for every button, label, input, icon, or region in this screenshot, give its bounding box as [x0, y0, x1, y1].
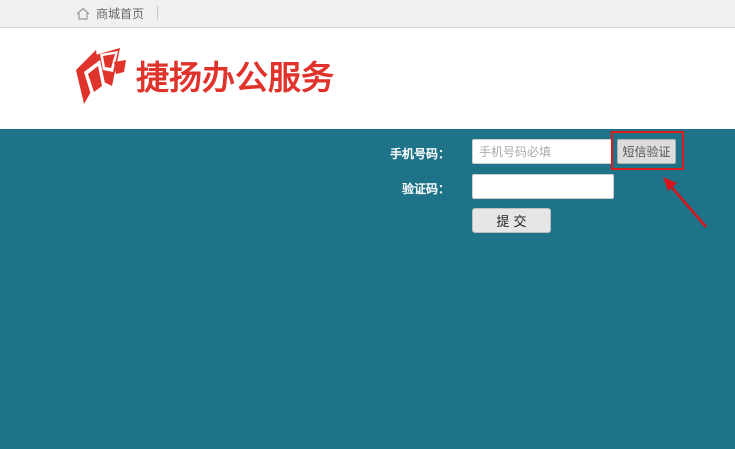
verification-code-input[interactable]: [472, 174, 614, 199]
phone-label: 手机号码：: [389, 147, 450, 161]
divider: [157, 6, 158, 20]
code-label: 验证码：: [401, 182, 450, 196]
login-panel: [0, 129, 735, 449]
brand-logo-icon: [76, 48, 126, 104]
brand-logo[interactable]: 捷扬办公服务: [70, 46, 334, 108]
brand-name: 捷扬办公服务: [136, 57, 334, 97]
phone-input[interactable]: [472, 139, 612, 164]
submit-button[interactable]: 提 交: [472, 208, 551, 233]
home-link[interactable]: 商城首页: [76, 5, 144, 21]
home-icon: [76, 7, 90, 20]
home-link-label: 商城首页: [96, 6, 145, 21]
site-header: 捷扬办公服务: [0, 28, 735, 129]
top-bar: 商城首页: [0, 0, 735, 28]
sms-verify-button[interactable]: 短信验证: [617, 139, 676, 164]
